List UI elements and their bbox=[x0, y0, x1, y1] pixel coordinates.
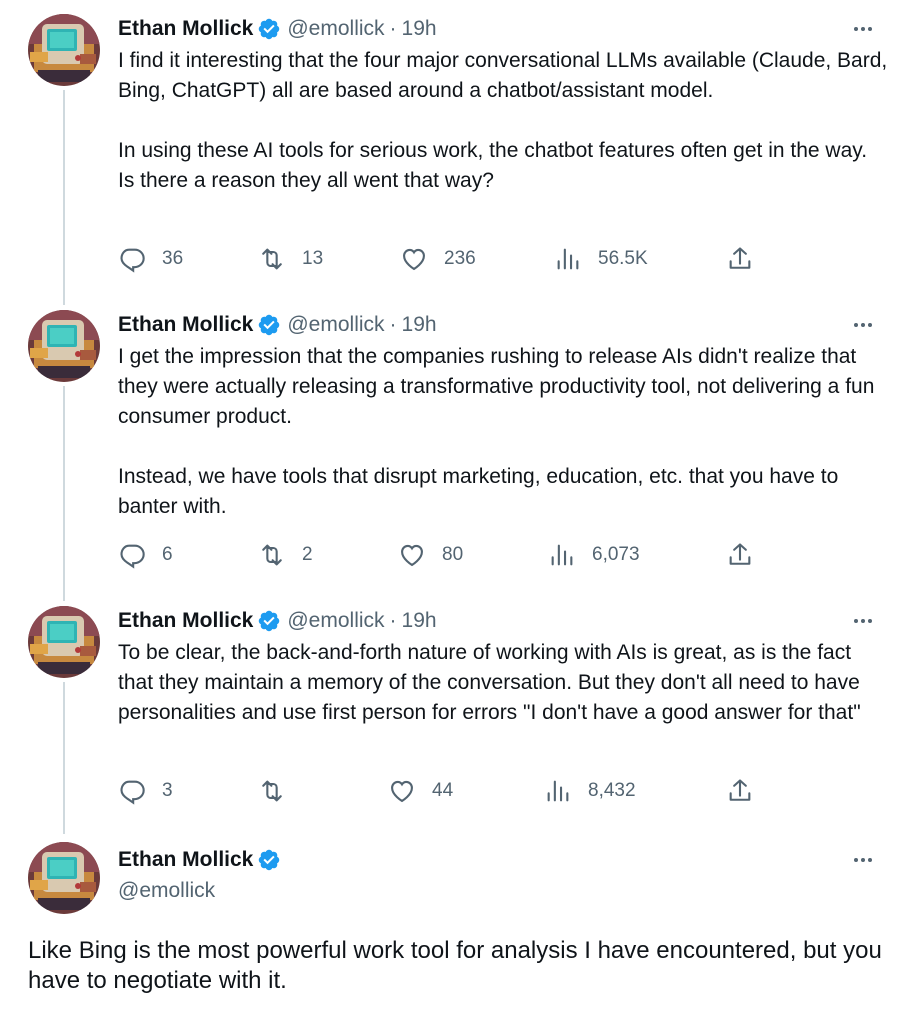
tweet-3[interactable]: Ethan Mollick @emollick · 19h To be clea… bbox=[0, 606, 909, 816]
views-count: 6,073 bbox=[592, 544, 640, 565]
like-count: 80 bbox=[442, 544, 464, 565]
share-button[interactable] bbox=[726, 539, 754, 571]
author-handle[interactable]: @emollick bbox=[287, 313, 384, 337]
share-button[interactable] bbox=[726, 775, 754, 807]
tweet-paragraph: To be clear, the back-and-forth nature o… bbox=[118, 641, 861, 724]
reply-button[interactable]: 6 bbox=[118, 539, 173, 571]
more-options-icon[interactable] bbox=[851, 310, 875, 340]
avatar-image bbox=[28, 310, 100, 382]
views-count: 56.5K bbox=[598, 248, 648, 269]
reply-count: 6 bbox=[162, 544, 173, 565]
share-icon bbox=[729, 247, 751, 269]
tweet-text: To be clear, the back-and-forth nature o… bbox=[118, 638, 888, 728]
tweet-header: Ethan Mollick @emollick · 19h bbox=[118, 14, 437, 44]
retweet-count: 13 bbox=[302, 248, 324, 269]
tweet-text: I get the impression that the companies … bbox=[118, 342, 888, 522]
share-button[interactable] bbox=[726, 243, 754, 275]
views-button[interactable]: 56.5K bbox=[554, 243, 648, 275]
heart-icon bbox=[403, 248, 425, 271]
author-name[interactable]: Ethan Mollick bbox=[118, 609, 253, 633]
timestamp[interactable]: 19h bbox=[402, 609, 437, 633]
tweet-1[interactable]: Ethan Mollick @emollick · 19h I find it … bbox=[0, 14, 909, 294]
verified-badge-icon bbox=[257, 17, 281, 41]
tweet-header: Ethan Mollick @emollick bbox=[118, 845, 287, 906]
share-icon bbox=[729, 779, 751, 801]
retweet-button[interactable]: 13 bbox=[258, 243, 323, 275]
retweet-button[interactable] bbox=[258, 775, 302, 807]
views-chart-icon bbox=[547, 780, 569, 802]
separator-dot: · bbox=[389, 17, 397, 40]
avatar[interactable] bbox=[28, 310, 100, 382]
author-handle[interactable]: @emollick bbox=[287, 609, 384, 633]
reply-button[interactable]: 3 bbox=[118, 775, 173, 807]
views-count: 8,432 bbox=[588, 780, 636, 801]
timestamp[interactable]: 19h bbox=[402, 17, 437, 41]
verified-badge-icon bbox=[257, 609, 281, 633]
author-name[interactable]: Ethan Mollick bbox=[118, 313, 253, 337]
reply-icon bbox=[120, 544, 145, 569]
author-handle[interactable]: @emollick bbox=[287, 17, 384, 41]
tweet-paragraph: In using these AI tools for serious work… bbox=[118, 139, 868, 192]
tweet-paragraph: I find it interesting that the four majo… bbox=[118, 49, 888, 102]
main-tweet[interactable]: Ethan Mollick @emollick Like Bing is the… bbox=[0, 842, 909, 1002]
reply-icon bbox=[120, 248, 145, 273]
retweet-icon bbox=[262, 544, 282, 566]
heart-icon bbox=[391, 780, 413, 803]
reply-icon bbox=[120, 780, 145, 805]
retweet-count: 2 bbox=[302, 544, 313, 565]
tweet-text: I find it interesting that the four majo… bbox=[118, 46, 888, 196]
author-name[interactable]: Ethan Mollick bbox=[118, 848, 253, 872]
avatar[interactable] bbox=[28, 606, 100, 678]
tweet-header: Ethan Mollick @emollick · 19h bbox=[118, 606, 437, 636]
like-button[interactable]: 80 bbox=[398, 539, 463, 571]
like-button[interactable]: 236 bbox=[400, 243, 476, 275]
share-icon bbox=[729, 543, 751, 565]
retweet-icon bbox=[262, 780, 282, 802]
avatar[interactable] bbox=[28, 842, 100, 914]
retweet-icon bbox=[262, 248, 282, 270]
avatar[interactable] bbox=[28, 14, 100, 86]
author-handle[interactable]: @emollick bbox=[118, 876, 287, 906]
more-options-icon[interactable] bbox=[851, 606, 875, 636]
separator-dot: · bbox=[389, 313, 397, 336]
tweet-2[interactable]: Ethan Mollick @emollick · 19h I get the … bbox=[0, 310, 909, 590]
verified-badge-icon bbox=[257, 848, 281, 872]
more-options-icon[interactable] bbox=[851, 14, 875, 44]
avatar-image bbox=[28, 842, 100, 914]
separator-dot: · bbox=[389, 609, 397, 632]
timestamp[interactable]: 19h bbox=[402, 313, 437, 337]
retweet-button[interactable]: 2 bbox=[258, 539, 313, 571]
reply-button[interactable]: 36 bbox=[118, 243, 183, 275]
views-chart-icon bbox=[557, 248, 579, 270]
views-button[interactable]: 8,432 bbox=[544, 775, 636, 807]
like-count: 44 bbox=[432, 780, 454, 801]
reply-count: 3 bbox=[162, 780, 173, 801]
more-options-icon[interactable] bbox=[851, 845, 875, 875]
heart-icon bbox=[401, 544, 423, 567]
like-count: 236 bbox=[444, 248, 476, 269]
avatar-image bbox=[28, 14, 100, 86]
author-name[interactable]: Ethan Mollick bbox=[118, 17, 253, 41]
reply-count: 36 bbox=[162, 248, 184, 269]
tweet-paragraph: I get the impression that the companies … bbox=[118, 345, 875, 428]
avatar-image bbox=[28, 606, 100, 678]
verified-badge-icon bbox=[257, 313, 281, 337]
main-tweet-text: Like Bing is the most powerful work tool… bbox=[28, 937, 882, 994]
tweet-header: Ethan Mollick @emollick · 19h bbox=[118, 310, 437, 340]
views-chart-icon bbox=[551, 544, 573, 566]
tweet-paragraph: Instead, we have tools that disrupt mark… bbox=[118, 465, 839, 518]
like-button[interactable]: 44 bbox=[388, 775, 453, 807]
views-button[interactable]: 6,073 bbox=[548, 539, 640, 571]
